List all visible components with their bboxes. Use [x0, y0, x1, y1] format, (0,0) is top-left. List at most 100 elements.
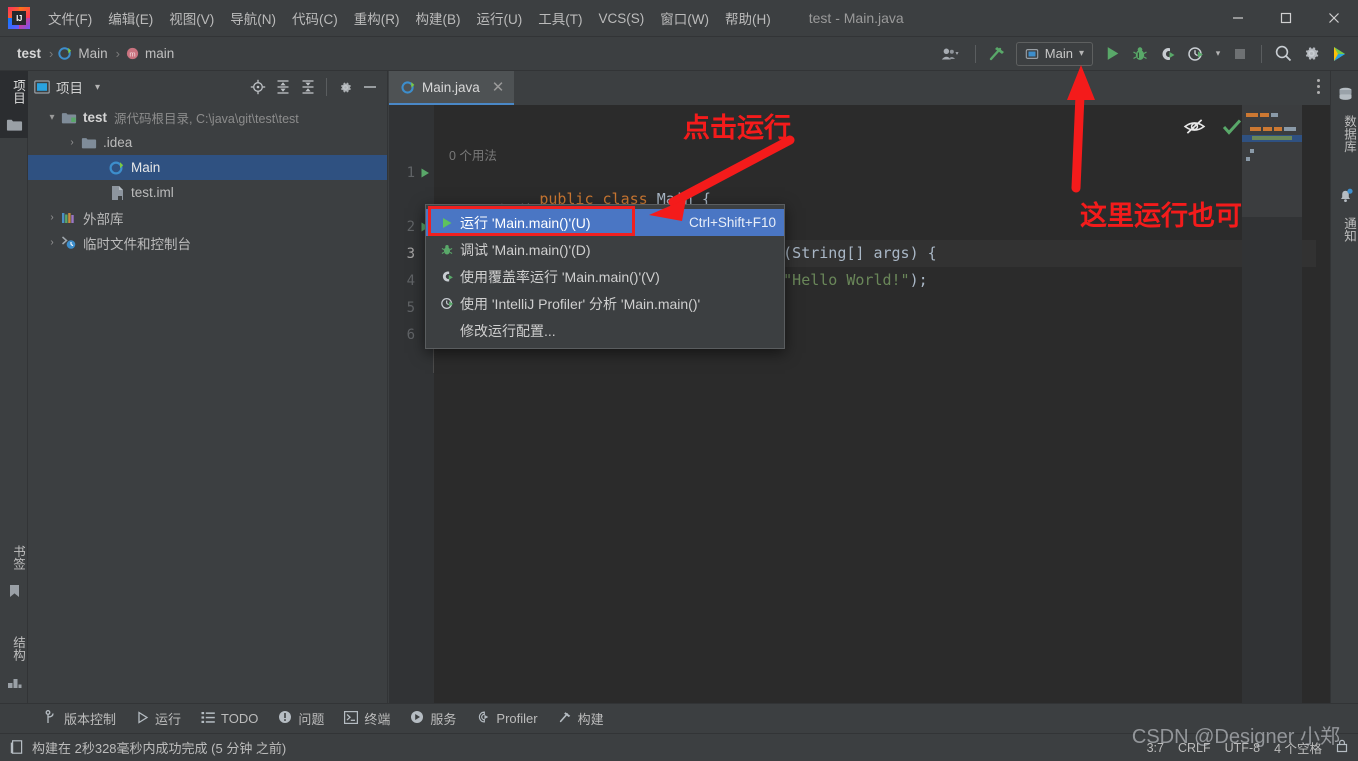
tree-row-idea[interactable]: › .idea: [28, 130, 387, 155]
code-minimap[interactable]: [1242, 105, 1302, 703]
iml-file-icon: [108, 185, 126, 201]
status-message[interactable]: 构建在 2秒328毫秒内成功完成 (5 分钟 之前): [32, 738, 286, 757]
context-menu-item-coverage[interactable]: 使用覆盖率运行 'Main.main()'(V): [426, 263, 784, 290]
profiler-button[interactable]: [1183, 41, 1209, 67]
tree-row-external-libraries[interactable]: › 外部库: [28, 205, 387, 230]
search-icon[interactable]: [1270, 41, 1296, 67]
editor-gutter[interactable]: 1 2 3 4 5 6: [389, 105, 434, 703]
structure-icon[interactable]: [0, 669, 28, 695]
menu-file[interactable]: 文件(F): [40, 4, 100, 32]
context-menu-item-edit-config[interactable]: 修改运行配置...: [426, 317, 784, 344]
menu-tools[interactable]: 工具(T): [530, 4, 590, 32]
green-check-icon[interactable]: [1222, 118, 1242, 141]
todo-list-icon: [201, 711, 215, 727]
stripe-item-notifications[interactable]: 通知: [1331, 209, 1358, 250]
maximize-button[interactable]: [1262, 0, 1310, 37]
editor-tab-main-java[interactable]: Main.java ✕: [389, 71, 515, 105]
menu-refactor[interactable]: 重构(R): [346, 4, 408, 32]
menu-help[interactable]: 帮助(H): [717, 4, 779, 32]
settings-gear-icon[interactable]: [334, 76, 356, 98]
bottom-item-build[interactable]: 构建: [549, 706, 613, 731]
bottom-item-profiler[interactable]: Profiler: [467, 707, 546, 730]
context-menu-item-profiler[interactable]: 使用 'IntelliJ Profiler' 分析 'Main.main()': [426, 290, 784, 317]
menu-vcs[interactable]: VCS(S): [591, 7, 653, 30]
menu-window[interactable]: 窗口(W): [652, 4, 717, 32]
folder-icon[interactable]: [0, 112, 28, 138]
menu-navigate[interactable]: 导航(N): [222, 4, 284, 32]
hide-panel-icon[interactable]: [359, 76, 381, 98]
bottom-item-problems[interactable]: 问题: [269, 706, 333, 731]
account-icon[interactable]: [933, 41, 967, 67]
tree-row-main[interactable]: Main: [28, 155, 387, 180]
chevron-right-icon[interactable]: ›: [64, 137, 80, 148]
caret-position[interactable]: 3:7: [1147, 741, 1164, 755]
vertical-ellipsis-icon[interactable]: [1317, 79, 1320, 94]
run-configuration-selector[interactable]: Main ▾: [1015, 41, 1093, 66]
debug-button[interactable]: [1127, 41, 1153, 67]
stripe-item-database[interactable]: 数据库: [1331, 107, 1358, 161]
breadcrumb-project[interactable]: test: [14, 44, 44, 63]
stripe-item-project[interactable]: 项目: [0, 71, 28, 112]
bottom-item-version-control[interactable]: 版本控制: [36, 706, 125, 731]
stripe-item-structure[interactable]: 结构: [0, 628, 28, 669]
bookmark-icon[interactable]: [0, 578, 28, 604]
minimap-viewport[interactable]: [1242, 105, 1302, 217]
context-menu-item-run[interactable]: 运行 'Main.main()'(U) Ctrl+Shift+F10: [426, 209, 784, 236]
database-icon[interactable]: [1331, 81, 1358, 107]
chevron-down-icon[interactable]: ▾: [95, 82, 100, 93]
menu-run[interactable]: 运行(U): [469, 4, 531, 32]
context-menu-label-debug: 调试 'Main.main()'(D): [460, 241, 591, 258]
tree-meta-test: 源代码根目录, C:\java\git\test\test: [114, 112, 299, 126]
menu-build[interactable]: 构建(B): [408, 4, 469, 32]
file-encoding[interactable]: UTF-8: [1225, 741, 1260, 755]
read-only-icon[interactable]: [1336, 739, 1348, 756]
profiler-dropdown-icon[interactable]: ▾: [1211, 41, 1225, 67]
context-menu-label-run: 运行 'Main.main()'(U): [460, 214, 591, 231]
problems-icon: [278, 710, 292, 727]
tree-row-scratches[interactable]: › 临时文件和控制台: [28, 230, 387, 255]
run-button[interactable]: [1099, 41, 1125, 67]
eye-slash-icon[interactable]: [1183, 117, 1206, 141]
build-hammer-icon[interactable]: [984, 41, 1010, 67]
stop-button[interactable]: [1227, 41, 1253, 67]
line-number-2: 2: [406, 218, 415, 235]
minimize-button[interactable]: [1214, 0, 1262, 37]
gutter-run-icon-line1[interactable]: [415, 167, 434, 179]
menu-view[interactable]: 视图(V): [161, 4, 222, 32]
breadcrumb-class[interactable]: Main: [75, 44, 110, 63]
menu-edit[interactable]: 编辑(E): [100, 4, 161, 32]
chevron-down-icon[interactable]: ▾: [44, 112, 60, 123]
indent-setting[interactable]: 4 个空格: [1274, 738, 1322, 757]
collapse-all-icon[interactable]: [297, 76, 319, 98]
project-panel-header: 项目 ▾: [28, 71, 387, 103]
panel-divider: [326, 78, 327, 96]
locate-icon[interactable]: [247, 76, 269, 98]
notification-bell-icon[interactable]: [1331, 183, 1358, 209]
menu-code[interactable]: 代码(C): [284, 4, 346, 32]
debug-icon: [434, 243, 460, 257]
chevron-right-icon[interactable]: ›: [44, 212, 60, 223]
tree-row-test[interactable]: ▾ test 源代码根目录, C:\java\git\test\test: [28, 105, 387, 130]
idea-updates-icon[interactable]: [1326, 41, 1352, 67]
close-icon[interactable]: ✕: [492, 78, 505, 96]
stripe-item-bookmarks[interactable]: 书签: [0, 537, 28, 578]
chevron-right-icon[interactable]: ›: [44, 237, 60, 248]
tree-label-main: Main: [131, 160, 161, 175]
bottom-item-services[interactable]: 服务: [401, 706, 465, 731]
run-with-coverage-button[interactable]: [1155, 41, 1181, 67]
tree-row-test-iml[interactable]: test.iml: [28, 180, 387, 205]
line-separator[interactable]: CRLF: [1178, 741, 1211, 755]
breadcrumb-method[interactable]: main: [142, 44, 177, 63]
bottom-item-run[interactable]: 运行: [127, 706, 190, 731]
line-number-4: 4: [406, 272, 415, 289]
breadcrumb: test › Main › m main: [14, 44, 177, 63]
bottom-item-terminal[interactable]: 终端: [335, 706, 399, 731]
run-config-icon: [1025, 48, 1039, 59]
bottom-item-todo[interactable]: TODO: [192, 708, 267, 730]
context-menu-item-debug[interactable]: 调试 'Main.main()'(D): [426, 236, 784, 263]
expand-all-icon[interactable]: [272, 76, 294, 98]
annotation-text-click-run: 点击运行: [683, 113, 791, 143]
settings-gear-icon[interactable]: [1298, 41, 1324, 67]
close-button[interactable]: [1310, 0, 1358, 37]
scratches-icon: [60, 235, 78, 250]
